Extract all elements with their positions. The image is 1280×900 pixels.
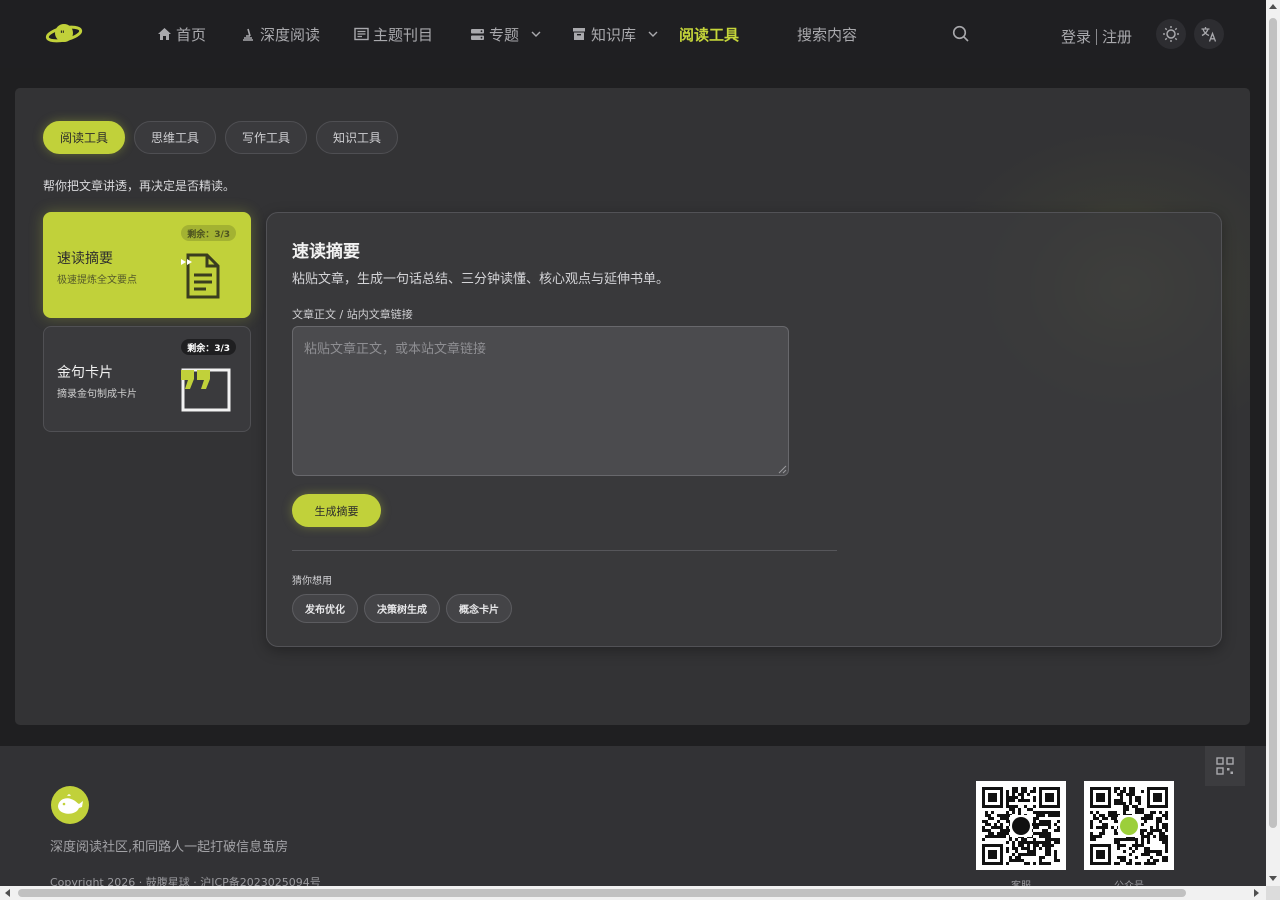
tab-reading-tools[interactable]: 阅读工具: [43, 121, 126, 154]
chevron-down-icon: [531, 31, 541, 37]
scrollbar-corner: [1266, 886, 1280, 900]
suggestion-chips: 发布优化 决策树生成 概念卡片: [292, 594, 512, 623]
category-intro: 帮你把文章讲透，再决定是否精读。: [43, 179, 236, 193]
chip-publish-optimize[interactable]: 发布优化: [292, 594, 358, 623]
tab-knowledge-tools[interactable]: 知识工具: [316, 121, 399, 154]
footer-slogan: 深度阅读社区,和同路人一起打破信息茧房: [50, 840, 289, 855]
tool-category-tabs: 阅读工具 思维工具 写作工具 知识工具: [43, 121, 399, 154]
article-input[interactable]: [292, 326, 789, 476]
quota-badge: 剩余：3/3: [181, 339, 236, 355]
qr-code-toggle-button[interactable]: [1205, 746, 1245, 786]
tool-card-speed-summary[interactable]: 剩余：3/3 速读摘要 极速提炼全文要点: [43, 212, 251, 318]
chip-concept-card[interactable]: 概念卡片: [446, 594, 512, 623]
language-button[interactable]: [1194, 19, 1224, 49]
nav-deep-reading-label: 深度阅读: [260, 25, 321, 44]
customer-service-qr-code: [976, 781, 1066, 870]
scroll-down-arrow-icon[interactable]: [1269, 876, 1277, 881]
tab-writing-tools[interactable]: 写作工具: [225, 121, 308, 154]
svg-text:": ": [60, 30, 65, 40]
register-link[interactable]: 注册: [1102, 26, 1132, 47]
translate-icon: [1201, 27, 1217, 42]
site-logo[interactable]: ": [45, 20, 83, 48]
tool-card-title: 速读摘要: [57, 251, 113, 267]
archive-icon: [571, 26, 587, 42]
server-icon: [469, 26, 485, 42]
resize-handle-icon[interactable]: [778, 465, 787, 474]
nav-special-topics-label: 专题: [489, 25, 520, 44]
login-link[interactable]: 登录: [1061, 26, 1091, 47]
nav-special-topics[interactable]: 专题: [469, 22, 541, 46]
footer-logo: [51, 786, 89, 824]
nav-search-content-label: 搜索内容: [797, 25, 858, 44]
whale-icon: [58, 794, 83, 814]
nav-search-content[interactable]: 搜索内容: [797, 22, 857, 46]
auth-divider: [1096, 28, 1098, 45]
workspace-title: 速读摘要: [292, 242, 360, 262]
scroll-right-arrow-icon[interactable]: [1254, 889, 1259, 897]
sun-icon: [1163, 26, 1179, 42]
tool-card-title: 金句卡片: [57, 365, 113, 381]
nav-knowledge-base-label: 知识库: [591, 25, 637, 44]
nav-home-label: 首页: [176, 25, 207, 44]
vertical-scroll-thumb[interactable]: [1269, 18, 1277, 828]
tool-card-desc: 摘录金句制成卡片: [57, 389, 137, 400]
horizontal-scroll-thumb[interactable]: [18, 889, 1186, 897]
generate-summary-button[interactable]: 生成摘要: [292, 494, 381, 527]
scroll-left-arrow-icon[interactable]: [5, 889, 10, 897]
search-icon[interactable]: [952, 25, 970, 43]
vertical-scrollbar[interactable]: [1266, 0, 1280, 886]
nav-reading-tools[interactable]: 阅读工具: [679, 22, 739, 46]
nav-topic-issues[interactable]: 主题刊目: [353, 22, 433, 46]
official-account-qr-code: [1084, 781, 1174, 870]
scroll-up-arrow-icon[interactable]: [1269, 4, 1277, 9]
tool-workspace: 速读摘要 粘贴文章，生成一句话总结、三分钟读懂、核心观点与延伸书单。 文章正文 …: [266, 212, 1222, 647]
chip-decision-tree[interactable]: 决策树生成: [364, 594, 440, 623]
document-play-icon: [181, 253, 220, 299]
qrcode-icon: [1216, 757, 1234, 775]
tool-card-quote-cards[interactable]: 剩余：3/3 金句卡片 摘录金句制成卡片: [43, 326, 251, 432]
auth-links: 登录 注册: [1061, 26, 1132, 47]
nav-deep-reading[interactable]: 深度阅读: [240, 22, 320, 46]
suggestions-label: 猜你想用: [292, 576, 332, 587]
site-footer: 深度阅读社区,和同路人一起打破信息茧房 Copyright 2026 · 鼓腹星…: [0, 746, 1266, 900]
article-field-label: 文章正文 / 站内文章链接: [292, 308, 413, 321]
nav-home[interactable]: 首页: [156, 22, 206, 46]
top-navbar: " 首页 深度阅读 主题刊目 专题 知识库 阅读工具 搜索内容 登录 注册: [0, 0, 1266, 68]
nav-reading-tools-label: 阅读工具: [679, 25, 740, 44]
main-panel: 阅读工具 思维工具 写作工具 知识工具 帮你把文章讲透，再决定是否精读。 剩余：…: [15, 88, 1250, 725]
newspaper-icon: [353, 26, 369, 42]
horizontal-scrollbar[interactable]: [0, 886, 1266, 900]
chevron-down-icon: [648, 31, 658, 37]
tool-card-desc: 极速提炼全文要点: [57, 275, 137, 286]
tab-thinking-tools[interactable]: 思维工具: [134, 121, 217, 154]
workspace-subtitle: 粘贴文章，生成一句话总结、三分钟读懂、核心观点与延伸书单。: [292, 272, 670, 287]
theme-toggle-button[interactable]: [1156, 19, 1186, 49]
section-divider: [292, 550, 837, 551]
reading-icon: [240, 26, 256, 42]
nav-knowledge-base[interactable]: 知识库: [571, 22, 658, 46]
quota-badge: 剩余：3/3: [181, 225, 236, 241]
home-icon: [156, 26, 172, 42]
quote-card-icon: [181, 368, 231, 412]
nav-topic-issues-label: 主题刊目: [373, 25, 434, 44]
